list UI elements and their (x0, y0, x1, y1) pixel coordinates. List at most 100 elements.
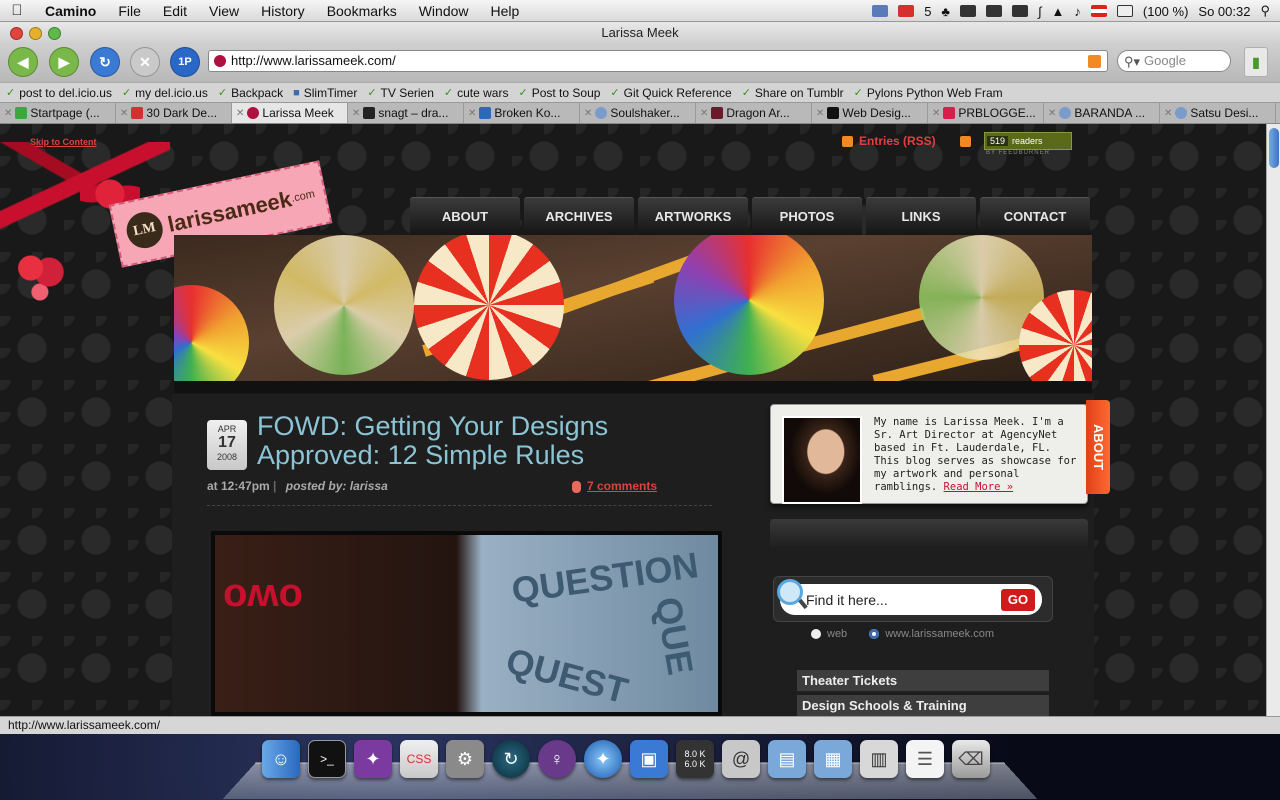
tab[interactable]: ✕ snagt – dra... (348, 103, 464, 123)
nav-artworks[interactable]: ARTWORKS (638, 197, 748, 235)
minimize-window-icon[interactable] (29, 27, 42, 40)
menu-history[interactable]: History (250, 0, 316, 22)
bookmark-item[interactable]: ✓ TV Serien (367, 86, 434, 100)
close-tab-icon[interactable]: ✕ (584, 108, 592, 119)
reload-icon[interactable]: ↻ (90, 47, 120, 77)
nav-about[interactable]: ABOUT (410, 197, 520, 235)
rss-entries-link[interactable]: Entries (RSS) (859, 134, 936, 148)
close-tab-icon[interactable]: ✕ (4, 108, 12, 119)
bluetooth-icon[interactable]: ∫ (1038, 4, 1042, 19)
close-tab-icon[interactable]: ✕ (468, 108, 476, 119)
close-tab-icon[interactable]: ✕ (816, 108, 824, 119)
tab[interactable]: ✕ Dragon Ar... (696, 103, 812, 123)
finder-icon[interactable]: ☺ (262, 740, 300, 778)
scrollbar-thumb[interactable] (1269, 128, 1279, 168)
bookmark-item[interactable]: ✓ Git Quick Reference (610, 86, 731, 100)
nav-photos[interactable]: PHOTOS (752, 197, 862, 235)
tab[interactable]: ✕ 30 Dark De... (116, 103, 232, 123)
bookmark-item[interactable]: ✓ Post to Soup (518, 86, 600, 100)
tab[interactable]: ✕ Web Desig... (812, 103, 928, 123)
sidebar-link-theater-tickets[interactable]: Theater Tickets (797, 670, 1049, 692)
apple-menu-icon[interactable]:  (0, 2, 34, 19)
nav-links[interactable]: LINKS (866, 197, 976, 235)
bookmark-item[interactable]: ✓ cute wars (444, 86, 509, 100)
menu-help[interactable]: Help (480, 0, 531, 22)
menu-view[interactable]: View (198, 0, 250, 22)
disk-icon[interactable]: ▥ (860, 740, 898, 778)
zoom-window-icon[interactable] (48, 27, 61, 40)
tab[interactable]: ✕ PRBLOGGE... (928, 103, 1044, 123)
close-tab-icon[interactable]: ✕ (700, 108, 708, 119)
menu-app-camino[interactable]: Camino (34, 0, 107, 22)
battery-icon[interactable] (1116, 5, 1133, 17)
bookmark-item[interactable]: ✓ post to del.icio.us (6, 86, 112, 100)
wifi-icon[interactable]: ▲ (1052, 4, 1065, 19)
feedburner-badge[interactable]: 519 readers (984, 132, 1072, 150)
radio-web[interactable] (811, 629, 821, 639)
rss-feed-icon[interactable] (1088, 55, 1101, 68)
movies-folder-icon[interactable]: ▦ (814, 740, 852, 778)
bookmark-item[interactable]: ✓ Backpack (218, 86, 283, 100)
tab-active[interactable]: ✕ Larissa Meek (232, 103, 348, 123)
read-more-link[interactable]: Read More » (944, 481, 1014, 493)
close-tab-icon[interactable]: ✕ (1164, 108, 1172, 119)
clock[interactable]: So 00:32 (1198, 4, 1250, 19)
close-tab-icon[interactable]: ✕ (120, 108, 128, 119)
close-window-icon[interactable] (10, 27, 23, 40)
menu-file[interactable]: File (107, 0, 152, 22)
post-title[interactable]: FOWD: Getting Your Designs Approved: 12 … (257, 412, 697, 470)
menu-edit[interactable]: Edit (152, 0, 198, 22)
close-tab-icon[interactable]: ✕ (352, 108, 360, 119)
vertical-scrollbar[interactable] (1266, 124, 1280, 716)
menu-window[interactable]: Window (408, 0, 480, 22)
trash-icon[interactable]: ⌫ (952, 740, 990, 778)
tab[interactable]: ✕ Broken Ko... (464, 103, 580, 123)
calendar-icon[interactable] (872, 5, 889, 17)
tab[interactable]: ✕ Satsu Desi... (1160, 103, 1276, 123)
search-field[interactable]: ⚲▾ Google (1117, 50, 1231, 72)
volume-icon[interactable]: ♪ (1074, 4, 1081, 19)
close-tab-icon[interactable]: ✕ (932, 108, 940, 119)
terminal-icon[interactable]: >_ (308, 740, 346, 778)
activity-monitor-icon[interactable]: 8.0 K 6.0 K (676, 740, 714, 778)
bookmark-item[interactable]: ✓ Share on Tumblr (742, 86, 844, 100)
mail-icon[interactable]: @ (722, 740, 760, 778)
cssedit-icon[interactable]: CSS (400, 740, 438, 778)
close-tab-icon[interactable]: ✕ (236, 108, 244, 119)
documents-icon[interactable]: ☰ (906, 740, 944, 778)
preview-icon[interactable]: ▣ (630, 740, 668, 778)
camino-browser-icon[interactable]: ✦ (584, 740, 622, 778)
app-menu-icon[interactable] (959, 5, 976, 17)
nav-archives[interactable]: ARCHIVES (524, 197, 634, 235)
stop-icon[interactable]: ✕ (130, 47, 160, 77)
menu-bookmarks[interactable]: Bookmarks (316, 0, 408, 22)
about-tab[interactable]: ABOUT (1086, 400, 1110, 494)
flag-austria-icon[interactable] (1090, 5, 1107, 17)
search-go-button[interactable]: GO (1001, 589, 1035, 611)
nav-contact[interactable]: CONTACT (980, 197, 1090, 235)
back-arrow-icon[interactable]: ◀ (8, 47, 38, 77)
bookmark-item[interactable]: ✓ Pylons Python Web Fram (854, 86, 1003, 100)
keyboard-icon[interactable] (1011, 5, 1028, 17)
textmate-icon[interactable]: ✦ (354, 740, 392, 778)
display-icon[interactable] (985, 5, 1002, 17)
tab[interactable]: ✕ BARANDA ... (1044, 103, 1160, 123)
1password-icon[interactable]: 1P (170, 47, 200, 77)
paw-icon[interactable]: ♣ (941, 4, 950, 19)
time-machine-icon[interactable]: ↻ (492, 740, 530, 778)
address-bar[interactable]: http://www.larissameek.com/ (208, 50, 1108, 72)
bookmark-item[interactable]: ✓ my del.icio.us (122, 86, 208, 100)
radio-site[interactable] (869, 629, 880, 639)
spotlight-icon[interactable]: ⚲ (1260, 3, 1270, 19)
system-preferences-icon[interactable]: ⚙ (446, 740, 484, 778)
adium-icon[interactable]: ♀ (538, 740, 576, 778)
gmail-icon[interactable] (898, 5, 915, 17)
bookmark-item[interactable]: ■ SlimTimer (293, 86, 357, 100)
comments-link[interactable]: 7 comments (572, 479, 657, 493)
forward-arrow-icon[interactable]: ▶ (49, 47, 79, 77)
close-tab-icon[interactable]: ✕ (1048, 108, 1056, 119)
tab[interactable]: ✕ Soulshaker... (580, 103, 696, 123)
post-image[interactable]: owo QUESTION QUE QUEST (211, 531, 722, 716)
tab[interactable]: ✕ Startpage (... (0, 103, 116, 123)
sidebar-link-design-schools[interactable]: Design Schools & Training (797, 695, 1049, 716)
